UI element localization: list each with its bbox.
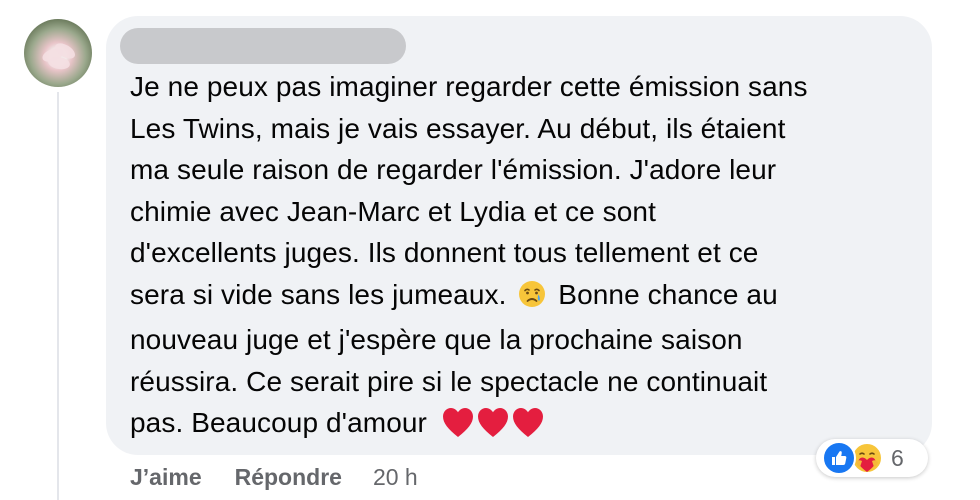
comment-line: Les Twins, mais je vais essayer. Au débu… [130, 112, 786, 144]
crying-face-icon [518, 278, 546, 320]
comment-thread: Je ne peux pas imaginer regarder cette é… [0, 0, 980, 500]
comment-line-part: sera si vide sans les jumeaux. [130, 278, 507, 310]
comment-bubble: Je ne peux pas imaginer regarder cette é… [106, 16, 932, 455]
reply-button[interactable]: Répondre [235, 464, 342, 491]
hearts [441, 406, 545, 452]
comment-line-part: pas. Beaucoup d'amour [130, 407, 427, 438]
reaction-count: 6 [891, 444, 904, 471]
reactions-summary[interactable]: 6 [816, 439, 928, 477]
avatar[interactable] [24, 19, 92, 87]
comment-line: nouveau juge et j'espère que la prochain… [130, 324, 743, 355]
comment-text: Je ne peux pas imaginer regarder cette é… [130, 66, 920, 452]
comment-line-with-hearts: pas. Beaucoup d'amour [130, 402, 920, 452]
author-name-redacted[interactable] [120, 28, 406, 64]
comment-line: d'excellents juges. Ils donnent tous tel… [130, 237, 759, 268]
timestamp[interactable]: 20 h [373, 464, 418, 491]
comment-actions: J’aime Répondre 20 h [130, 462, 418, 492]
comment-line-part: Bonne chance au [558, 278, 778, 310]
red-heart-icon [512, 408, 543, 437]
like-icon [822, 441, 856, 475]
like-button[interactable]: J’aime [130, 464, 202, 491]
thread-line [57, 92, 59, 500]
comment-line: réussira. Ce serait pire si le spectacle… [130, 365, 768, 397]
comment-line: ma seule raison de regarder l'émission. … [130, 154, 777, 185]
comment-line: Je ne peux pas imaginer regarder cette é… [130, 71, 808, 102]
red-heart-icon [477, 408, 508, 437]
comment-line: chimie avec Jean-Marc et Lydia et ce son… [130, 195, 656, 227]
comment-line-with-emoji: sera si vide sans les jumeaux. Bonne cha… [130, 274, 920, 320]
red-heart-icon [442, 408, 473, 437]
